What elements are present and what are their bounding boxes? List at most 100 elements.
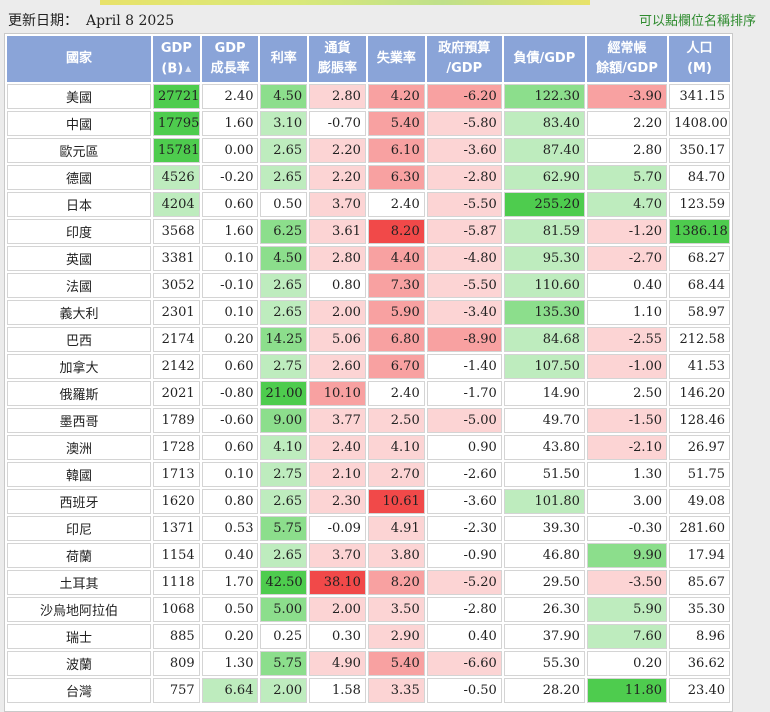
cell-current_account: 3.00 <box>586 489 668 514</box>
cell-unemployment: 4.91 <box>367 516 425 541</box>
country-cell: 歐元區 <box>7 138 152 163</box>
column-header-unemployment[interactable]: 失業率 <box>367 36 425 82</box>
cell-gdp: 2174 <box>153 327 200 352</box>
table-row: 韓國 1713 0.10 2.75 2.10 2.70 -2.60 51.50 1.30 51.7… <box>7 462 730 487</box>
cell-current_account: -2.70 <box>586 246 668 271</box>
cell-current_account: 2.50 <box>586 381 668 406</box>
cell-population: 26.97 <box>669 435 730 460</box>
sort-hint-link[interactable]: 可以點欄位名稱排序 <box>639 10 756 29</box>
cell-gdp_growth: -0.10 <box>201 273 259 298</box>
cell-gdp_growth: -0.20 <box>201 165 259 190</box>
country-cell: 日本 <box>7 192 152 217</box>
country-cell: 波蘭 <box>7 651 152 676</box>
cell-unemployment: 5.40 <box>367 111 425 136</box>
cell-gdp_growth: -0.60 <box>201 408 259 433</box>
cell-gdp_growth: 1.30 <box>201 651 259 676</box>
column-header-country[interactable]: 國家 <box>7 36 152 82</box>
country-cell: 巴西 <box>7 327 152 352</box>
cell-current_account: 9.90 <box>586 543 668 568</box>
cell-population: 51.75 <box>669 462 730 487</box>
cell-population: 17.94 <box>669 543 730 568</box>
column-header-gdp[interactable]: GDP (B) ▲ <box>153 36 200 82</box>
cell-debt: 83.40 <box>503 111 585 136</box>
table-row: 法國 3052 -0.10 2.65 0.80 7.30 -5.50 110.60 0.40 68… <box>7 273 730 298</box>
cell-gdp: 3381 <box>153 246 200 271</box>
column-header-label: 通貨 <box>324 41 351 56</box>
cell-budget: -5.50 <box>426 192 502 217</box>
cell-inflation: 3.61 <box>309 219 366 244</box>
cell-population: 84.70 <box>669 165 730 190</box>
cell-budget: -0.50 <box>426 678 502 703</box>
cell-inflation: 3.77 <box>309 408 366 433</box>
country-cell: 俄羅斯 <box>7 381 152 406</box>
cell-rate: 4.50 <box>260 246 308 271</box>
column-header-population[interactable]: 人口 (M) <box>669 36 730 82</box>
column-header-budget[interactable]: 政府預算/GDP <box>426 36 502 82</box>
cell-gdp_growth: 0.60 <box>201 354 259 379</box>
cell-budget: -6.20 <box>426 84 502 109</box>
cell-inflation: -0.09 <box>309 516 366 541</box>
cell-rate: 0.50 <box>260 192 308 217</box>
country-cell: 中國 <box>7 111 152 136</box>
column-header-inflation[interactable]: 通貨 膨脹率 <box>309 36 366 82</box>
cell-population: 1408.00 <box>669 111 730 136</box>
cell-gdp_growth: 0.20 <box>201 327 259 352</box>
cell-population: 128.46 <box>669 408 730 433</box>
cell-current_account: 11.80 <box>586 678 668 703</box>
country-cell: 沙烏地阿拉伯 <box>7 597 152 622</box>
cell-gdp_growth: 1.60 <box>201 111 259 136</box>
column-header-debt[interactable]: 負債/GDP <box>503 36 585 82</box>
cell-budget: -3.40 <box>426 300 502 325</box>
table-row: 印度 3568 1.60 6.25 3.61 8.20 -5.87 81.59 -1.20 138… <box>7 219 730 244</box>
cell-debt: 122.30 <box>503 84 585 109</box>
cell-unemployment: 8.20 <box>367 219 425 244</box>
cell-budget: -2.60 <box>426 462 502 487</box>
cell-gdp: 1789 <box>153 408 200 433</box>
cell-rate: 5.00 <box>260 597 308 622</box>
cell-gdp: 2142 <box>153 354 200 379</box>
country-cell: 英國 <box>7 246 152 271</box>
cell-unemployment: 4.10 <box>367 435 425 460</box>
cell-rate: 9.00 <box>260 408 308 433</box>
cell-current_account: -3.50 <box>586 570 668 595</box>
country-cell: 瑞士 <box>7 624 152 649</box>
country-cell: 土耳其 <box>7 570 152 595</box>
cell-population: 212.58 <box>669 327 730 352</box>
cell-debt: 39.30 <box>503 516 585 541</box>
column-header-current_account[interactable]: 經常帳 餘額/GDP <box>586 36 668 82</box>
table-row: 土耳其 1118 1.70 42.50 38.10 8.20 -5.20 29.50 -3.50… <box>7 570 730 595</box>
cell-budget: -1.70 <box>426 381 502 406</box>
cell-budget: 0.40 <box>426 624 502 649</box>
cell-inflation: 2.20 <box>309 165 366 190</box>
cell-gdp: 1068 <box>153 597 200 622</box>
sort-ascending-icon: ▲ <box>185 63 192 73</box>
cell-gdp_growth: 1.70 <box>201 570 259 595</box>
column-header-sublabel: 成長率 <box>210 61 250 76</box>
column-header-label: GDP <box>160 40 192 56</box>
cell-rate: 2.65 <box>260 543 308 568</box>
cell-inflation: 2.00 <box>309 300 366 325</box>
cell-current_account: -2.55 <box>586 327 668 352</box>
cell-unemployment: 2.50 <box>367 408 425 433</box>
cell-gdp: 1154 <box>153 543 200 568</box>
cell-inflation: 4.90 <box>309 651 366 676</box>
cell-rate: 6.25 <box>260 219 308 244</box>
column-header-sublabel: 膨脹率 <box>318 61 358 76</box>
country-cell: 德國 <box>7 165 152 190</box>
economic-indicators-table: 國家 GDP (B) ▲ GDP 成長率 利率 通貨 膨脹率 失業率 政府預算/GDP 負債/GDP 經… <box>5 34 732 705</box>
column-header-label: 負債/GDP <box>513 51 576 66</box>
cell-rate: 42.50 <box>260 570 308 595</box>
cell-inflation: -0.70 <box>309 111 366 136</box>
cell-unemployment: 2.90 <box>367 624 425 649</box>
cell-current_account: 1.10 <box>586 300 668 325</box>
cell-inflation: 5.06 <box>309 327 366 352</box>
cell-gdp_growth: -0.80 <box>201 381 259 406</box>
cell-current_account: 0.40 <box>586 273 668 298</box>
cell-gdp: 15781 <box>153 138 200 163</box>
column-header-rate[interactable]: 利率 <box>260 36 308 82</box>
cell-population: 341.15 <box>669 84 730 109</box>
column-header-label: GDP <box>214 41 246 56</box>
column-header-label: 經常帳 <box>607 41 647 56</box>
cell-gdp: 27721 <box>153 84 200 109</box>
column-header-gdp_growth[interactable]: GDP 成長率 <box>201 36 259 82</box>
